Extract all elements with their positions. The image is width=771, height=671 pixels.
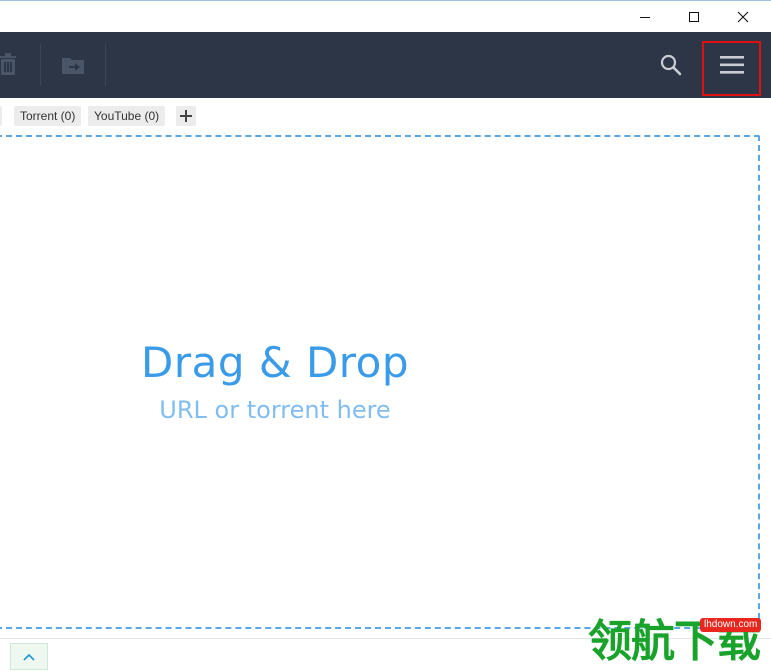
tab-partial[interactable] [0, 106, 2, 126]
search-button[interactable] [656, 50, 686, 80]
tab-youtube[interactable]: YouTube (0) [88, 106, 166, 126]
drop-zone-title: Drag & Drop [141, 338, 409, 387]
minimize-icon [640, 16, 650, 18]
maximize-button[interactable] [671, 1, 717, 32]
watermark-url: lhdown.com [700, 618, 762, 632]
plus-icon [180, 110, 192, 122]
category-tabs: Torrent (0) YouTube (0) [0, 98, 771, 134]
minimize-button[interactable] [622, 1, 668, 32]
menu-highlight-box [702, 41, 761, 96]
move-to-folder-icon [62, 58, 84, 74]
close-icon [737, 11, 749, 22]
drop-zone-subtitle: URL or torrent here [159, 396, 391, 424]
watermark-logo: 领航下载 lhdown.com [588, 612, 771, 670]
expand-panel-button[interactable] [10, 643, 48, 670]
delete-button[interactable] [0, 52, 18, 78]
move-button[interactable] [60, 54, 86, 76]
toolbar-divider [105, 44, 106, 86]
toolbar-divider [40, 44, 41, 86]
main-toolbar [0, 32, 771, 98]
trash-icon [0, 53, 16, 75]
add-tab-button[interactable] [176, 106, 196, 126]
close-button[interactable] [720, 1, 766, 32]
chevron-up-icon [23, 653, 35, 661]
window-title-bar [0, 0, 771, 32]
maximize-icon [689, 11, 699, 22]
tab-torrent[interactable]: Torrent (0) [14, 106, 82, 126]
search-icon [660, 54, 682, 76]
